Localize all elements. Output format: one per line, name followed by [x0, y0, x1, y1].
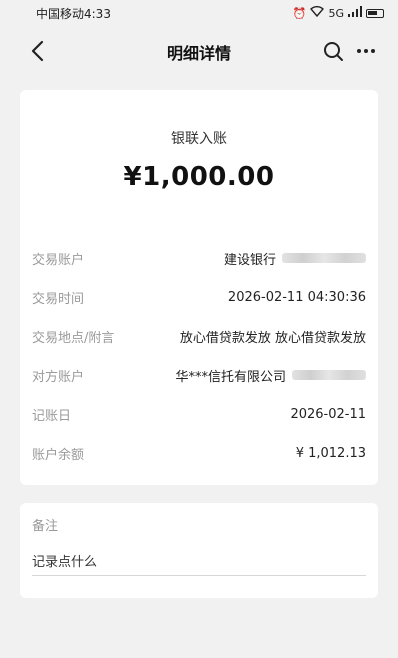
account-bank: 建设银行: [223, 252, 276, 268]
detail-row-memo: 交易地点/附言 放心借贷款发放 放心借贷款发放: [32, 326, 366, 346]
detail-row-posting-date: 记账日 2026-02-11: [32, 404, 366, 424]
detail-row-counterparty: 对方账户 华***信托有限公司: [32, 365, 366, 385]
chevron-left-icon: [31, 40, 44, 62]
row-value: 2026-02-11 04:30:36: [227, 289, 366, 305]
signal-icon: [348, 6, 362, 20]
masked-counterparty-account: [292, 370, 366, 380]
note-placeholder: 记录点什么: [32, 554, 98, 570]
more-button[interactable]: [352, 38, 380, 64]
row-label: 交易时间: [32, 291, 85, 307]
note-card: 备注 记录点什么: [20, 503, 378, 598]
status-icons: ⏰ 5G: [293, 6, 384, 20]
row-value: ¥ 1,012.13: [295, 445, 366, 461]
transaction-type: 银联入账: [171, 131, 227, 147]
row-value: 2026-02-11: [290, 406, 366, 422]
row-label: 记账日: [32, 408, 72, 424]
detail-row-balance: 账户余额 ¥ 1,012.13: [32, 443, 366, 463]
more-icon-dot: [364, 49, 368, 53]
transaction-amount: ¥1,000.00: [123, 162, 275, 192]
note-label: 备注: [32, 519, 59, 534]
alarm-icon: ⏰: [292, 6, 307, 20]
more-icon-dot: [371, 49, 375, 53]
search-icon: [324, 42, 343, 61]
counterparty-name: 华***信托有限公司: [175, 369, 286, 385]
status-bar: 中国移动4:33 ⏰ 5G: [0, 0, 398, 26]
row-value: 放心借贷款发放 放心借贷款发放: [179, 330, 366, 346]
navigation-bar: 明细详情: [0, 26, 398, 78]
note-input[interactable]: 记录点什么: [32, 545, 366, 576]
row-label: 账户余额: [32, 447, 85, 463]
row-label: 交易地点/附言: [32, 330, 115, 346]
row-label: 对方账户: [32, 369, 85, 385]
row-label: 交易账户: [32, 252, 85, 268]
carrier-time: 中国移动4:33: [36, 6, 111, 21]
network-label: 5G: [328, 6, 344, 20]
transaction-detail-card: 银联入账 ¥1,000.00 交易账户 建设银行 交易时间 2026-02-11…: [20, 90, 378, 485]
more-icon: [357, 49, 361, 53]
battery-icon: [366, 8, 384, 18]
page-title: 明细详情: [166, 44, 231, 63]
search-button[interactable]: [320, 38, 346, 64]
wifi-icon: [310, 6, 325, 20]
row-value: 华***信托有限公司: [175, 366, 366, 385]
detail-row-account: 交易账户 建设银行: [32, 248, 366, 268]
row-value: 建设银行: [224, 249, 366, 268]
masked-account-number: [282, 253, 366, 263]
back-button[interactable]: [24, 38, 50, 64]
detail-row-time: 交易时间 2026-02-11 04:30:36: [32, 287, 366, 307]
